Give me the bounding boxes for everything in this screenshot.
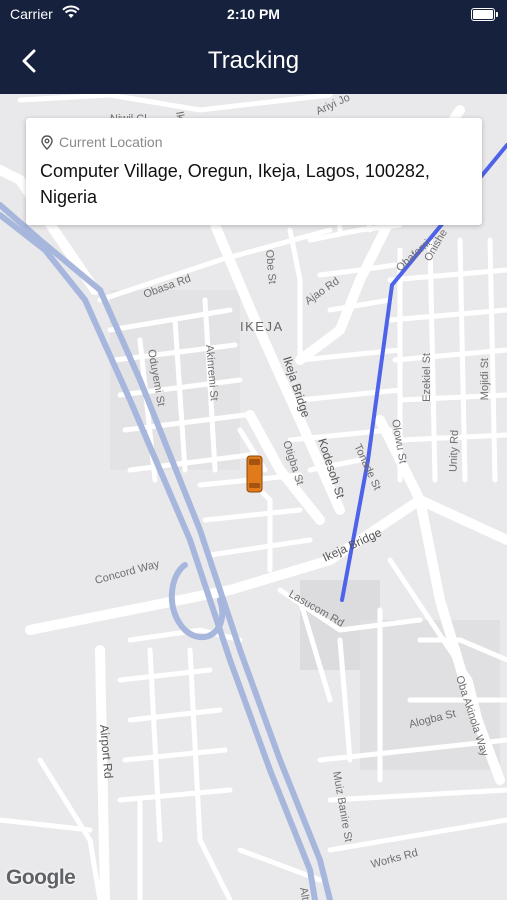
location-pin-icon	[41, 134, 53, 150]
navigation-bar: Tracking	[0, 28, 507, 94]
page-title: Tracking	[207, 47, 300, 74]
street-label-alt: Alt	[297, 886, 311, 900]
area-label-ikeja: IKEJA	[240, 319, 284, 334]
status-time: 2:10 PM	[227, 6, 280, 22]
current-location-address: Computer Village, Oregun, Ikeja, Lagos, …	[40, 161, 430, 207]
street-label-ezekiel-st: Ezekiel St	[421, 353, 433, 402]
street-label-unity-rd: Unity Rd	[448, 430, 461, 473]
current-location-card: Current Location Computer Village, Oregu…	[26, 118, 482, 225]
current-location-label: Current Location	[59, 134, 163, 150]
street-label-mojidi-st: Mojidi St	[479, 358, 491, 400]
google-attribution-logo: Google	[6, 866, 76, 889]
battery-icon	[471, 8, 498, 21]
status-bar: Carrier 2:10 PM	[0, 0, 507, 28]
current-location-header: Current Location	[41, 134, 163, 150]
vehicle-marker-icon[interactable]	[246, 455, 263, 493]
